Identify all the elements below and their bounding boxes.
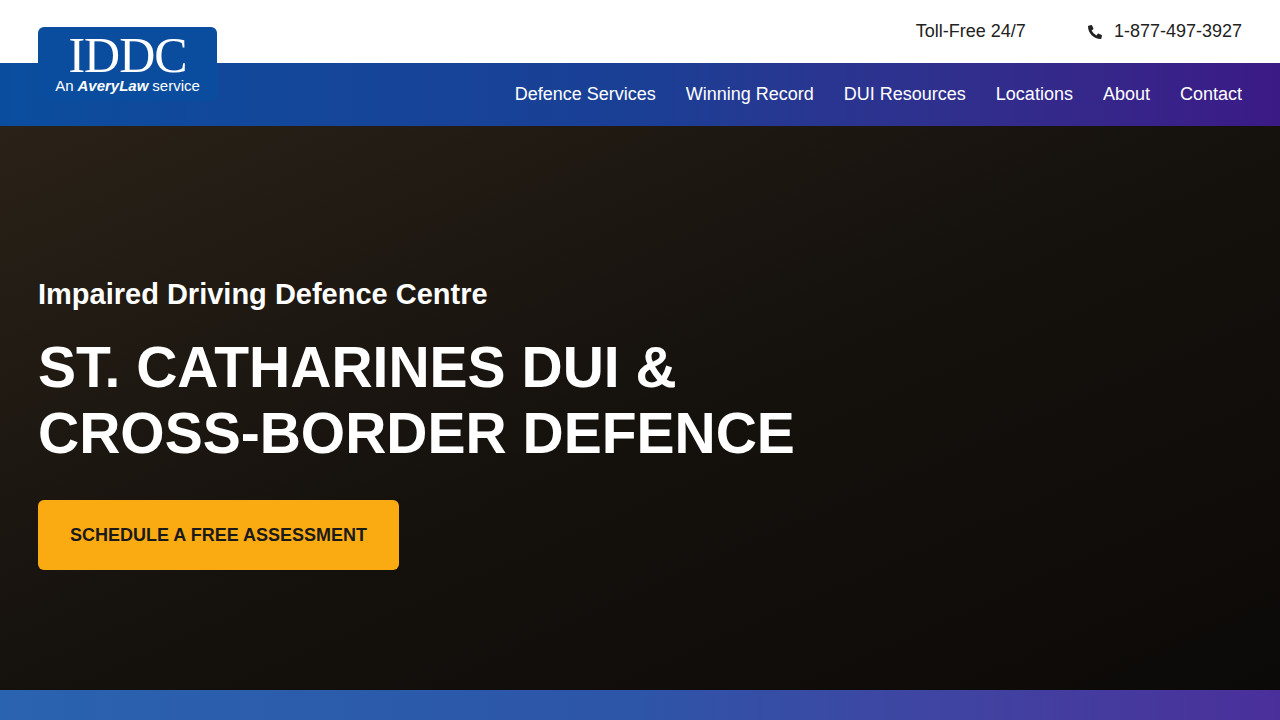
schedule-assessment-button[interactable]: SCHEDULE A FREE ASSESSMENT bbox=[38, 500, 399, 570]
phone-icon bbox=[1088, 25, 1102, 39]
page: Toll-Free 24/7 1-877-497-3927 Defence Serv… bbox=[0, 0, 1280, 720]
nav-item[interactable]: Contact bbox=[1180, 81, 1242, 108]
hero: Impaired Driving Defence Centre ST. CATHA… bbox=[0, 126, 1280, 690]
logo-subtitle: AnAveryLawservice bbox=[55, 77, 200, 95]
logo-title: IDDC bbox=[68, 33, 186, 77]
site-header: Toll-Free 24/7 1-877-497-3927 Defence Serv… bbox=[0, 0, 1280, 126]
nav-item[interactable]: Locations bbox=[996, 81, 1073, 108]
bottom-strip bbox=[0, 690, 1280, 720]
hero-eyebrow: Impaired Driving Defence Centre bbox=[38, 276, 1280, 312]
nav-item[interactable]: DUI Resources bbox=[844, 81, 966, 108]
hero-heading: ST. CATHARINES DUI &CROSS-BORDER DEFENCE bbox=[38, 334, 1280, 466]
nav-item[interactable]: Winning Record bbox=[686, 81, 814, 108]
toll-free-label: Toll-Free 24/7 bbox=[916, 18, 1026, 45]
phone-link[interactable]: 1-877-497-3927 bbox=[1088, 18, 1242, 45]
nav-item[interactable]: About bbox=[1103, 81, 1150, 108]
nav-item[interactable]: Defence Services bbox=[515, 81, 656, 108]
logo[interactable]: IDDCAnAveryLawservice bbox=[38, 27, 217, 101]
